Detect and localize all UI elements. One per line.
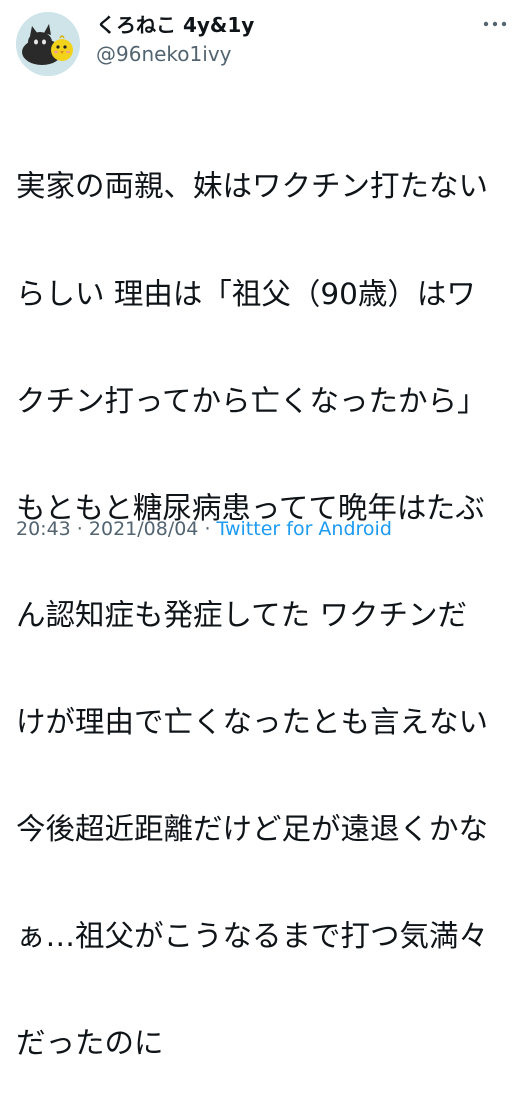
user-handle[interactable]: @96neko1ivy (96, 40, 254, 68)
meta-separator: · (70, 518, 89, 540)
more-dots-icon[interactable] (481, 16, 509, 32)
tweet-line: 実家の両親、妹はワクチン打たない (16, 169, 489, 204)
avatar-illustration (16, 12, 80, 76)
tweet-source-link[interactable]: Twitter for Android (217, 518, 392, 540)
user-info[interactable]: くろねこ 4y&1y @96neko1ivy (96, 12, 254, 68)
tweet-line: 今後超近距離だけど足が遠退くかな (16, 812, 489, 847)
avatar[interactable] (16, 12, 80, 76)
meta-separator: · (198, 518, 217, 540)
tweet-line: ん認知症も発症してた ワクチンだ (16, 597, 467, 632)
tweet-line: クチン打ってから亡くなったから」 (16, 383, 487, 418)
tweet-header: くろねこ 4y&1y @96neko1ivy (16, 10, 511, 76)
tweet-line: だったのに (16, 1026, 164, 1061)
tweet-line: ぁ…祖父がこうなるまで打つ気満々 (16, 919, 489, 954)
tweet-line: らしい 理由は「祖父（90歳）はワ (16, 276, 476, 311)
tweet-meta: 20:43 · 2021/08/04 · Twitter for Android (16, 516, 392, 542)
tweet-time[interactable]: 20:43 (16, 518, 71, 540)
tweet-date[interactable]: 2021/08/04 (89, 518, 199, 540)
tweet-text: 実家の両親、妹はワクチン打たない らしい 理由は「祖父（90歳）はワ クチン打っ… (16, 98, 511, 1098)
display-name[interactable]: くろねこ 4y&1y (96, 12, 254, 38)
tweet-line: けが理由で亡くなったとも言えない (16, 704, 489, 739)
